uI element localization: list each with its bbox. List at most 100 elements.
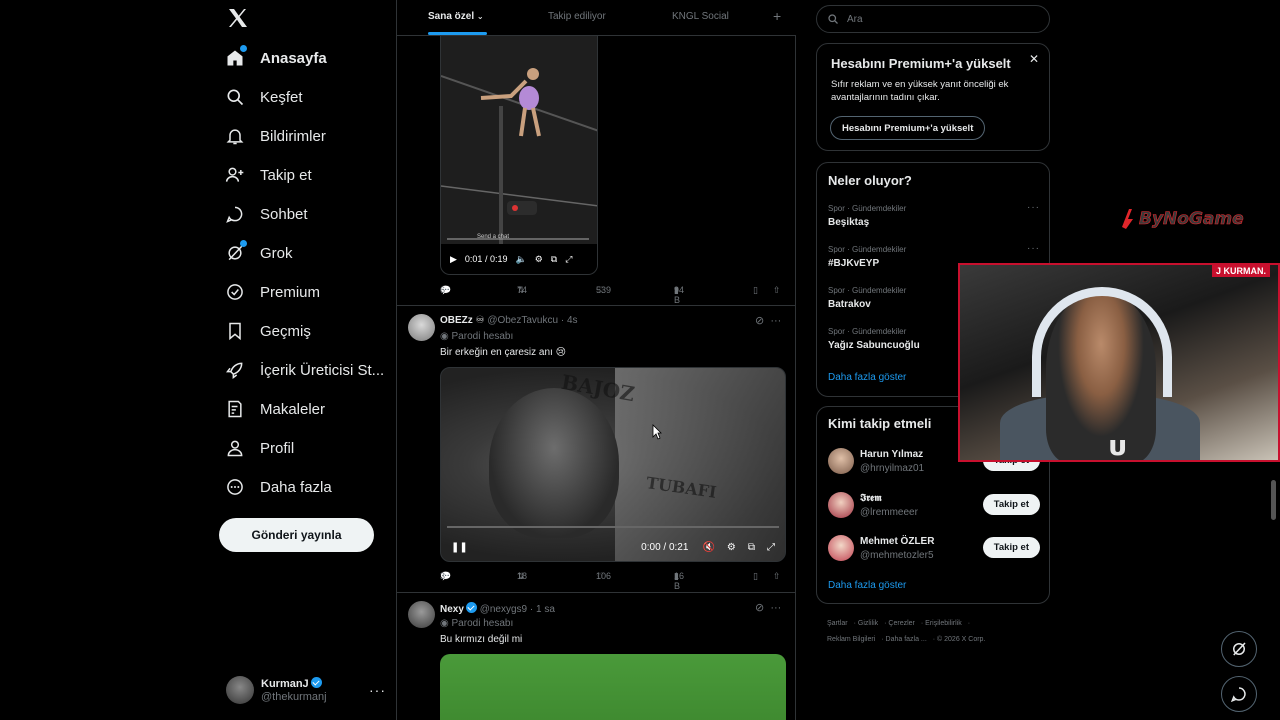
video-player[interactable]: BAJOZ TUBAFI ❚❚ 0:00 / 0:21 🔇 ⚙ ⧉ ⤢: [440, 367, 786, 562]
search-input[interactable]: [847, 13, 1027, 25]
fullscreen-icon[interactable]: ⤢: [565, 254, 572, 265]
nav-item-explore[interactable]: Keşfet: [224, 81, 303, 113]
more-dots-icon[interactable]: ···: [770, 602, 781, 614]
fullscreen-icon[interactable]: ⤢: [767, 542, 775, 553]
nav-label: Sohbet: [260, 205, 308, 223]
nav-item-grok[interactable]: Grok: [224, 237, 293, 269]
dock-icon[interactable]: ⧉: [748, 542, 755, 553]
post-time[interactable]: · 1 sa: [530, 604, 555, 615]
avatar[interactable]: [408, 314, 435, 341]
nav-item-bookmarks[interactable]: Geçmiş: [224, 315, 311, 347]
nav-item-creator-studio[interactable]: İçerik Üreticisi St...: [224, 354, 384, 386]
nav-item-home[interactable]: Anasayfa: [224, 42, 327, 74]
video-player[interactable]: Send a chat ▶ 0:01 / 0:19 🔈 ⚙ ⧉ ⤢: [440, 36, 598, 275]
reply-count: 6: [440, 285, 446, 295]
footer-link[interactable]: Gizlilik: [858, 620, 878, 627]
post-button[interactable]: Gönderi yayınla: [219, 518, 374, 552]
pause-icon[interactable]: ❚❚: [451, 542, 468, 553]
dock-icon[interactable]: ⧉: [551, 254, 557, 265]
follow-button[interactable]: Takip et: [982, 494, 1040, 515]
suggestion-handle: @hrnyilmaz01: [860, 463, 925, 474]
search-box: [816, 5, 1050, 33]
account-name-text: KurmanJ: [261, 678, 309, 690]
video-subject: [489, 388, 619, 538]
follow-suggestion[interactable]: Mehmet ÖZLER @mehmetozler5 Takip et: [828, 535, 1040, 563]
settings-icon[interactable]: ⚙: [535, 254, 543, 265]
grok-icon[interactable]: ⊘: [755, 315, 764, 327]
more-dots-icon[interactable]: ···: [369, 682, 386, 698]
nav-label: Anasayfa: [260, 49, 327, 67]
page-scrollbar[interactable]: [1271, 480, 1276, 520]
bookmark-icon: ▯: [753, 285, 758, 295]
like-count: 106: [596, 571, 612, 581]
footer-link[interactable]: Çerezler: [888, 620, 914, 627]
nav-item-chat[interactable]: Sohbet: [224, 198, 308, 230]
premium-upgrade-button[interactable]: Hesabını Premium+'a yükselt: [830, 116, 986, 140]
author-handle[interactable]: @nexygs9: [480, 604, 527, 615]
timeline: Sana özel ⌄ Takip ediliyor KNGL Social +…: [396, 0, 796, 720]
follow-suggestion[interactable]: 𝕴𝖗𝖊𝖒 @lremmeeer Takip et: [828, 492, 1040, 520]
nav-label: Makaleler: [260, 400, 326, 418]
nav-label: Takip et: [260, 166, 312, 184]
mouse-cursor-icon: [652, 424, 662, 440]
footer-link[interactable]: Reklam Bilgileri: [827, 636, 875, 643]
more-circle-icon: [224, 476, 246, 498]
messages-float-button[interactable]: [1221, 676, 1257, 712]
post-text: Bu kırmızı değil mi: [440, 634, 523, 645]
notification-dot: [240, 240, 247, 247]
more-dots-icon[interactable]: ···: [770, 315, 781, 327]
footer-link[interactable]: Daha fazla ...: [886, 636, 927, 643]
chat-icon: [1230, 687, 1246, 703]
video-progress-bar[interactable]: [447, 526, 779, 528]
share-icon: ⇧: [773, 571, 781, 581]
tab-following[interactable]: Takip ediliyor: [548, 11, 606, 22]
follow-show-more-link[interactable]: Daha fazla göster: [828, 580, 906, 591]
grok-icon[interactable]: ⊘: [755, 602, 764, 614]
nav-item-articles[interactable]: Makaleler: [224, 393, 325, 425]
post-media[interactable]: [440, 654, 786, 720]
verified-icon: [310, 677, 322, 688]
trend-name: Beşiktaş: [828, 217, 870, 228]
nav-item-follow[interactable]: Takip et: [224, 159, 312, 191]
suggestion-name: Mehmet ÖZLER: [860, 536, 935, 547]
footer-link[interactable]: Erişilebilirlik: [925, 620, 962, 627]
add-tab-icon[interactable]: +: [773, 8, 781, 24]
tab-for-you[interactable]: Sana özel ⌄: [428, 11, 484, 22]
trend-item[interactable]: Spor · Gündemdekiler Beşiktaş ···: [828, 202, 1040, 228]
author-name[interactable]: OBEZz: [440, 315, 473, 326]
trend-category: Spor · Gündemdekiler: [828, 204, 907, 213]
x-logo-icon[interactable]: [226, 6, 250, 30]
author-name[interactable]: Nexy: [440, 604, 464, 615]
close-icon[interactable]: ✕: [1029, 52, 1039, 66]
mute-icon[interactable]: 🔇: [702, 542, 714, 553]
volume-icon[interactable]: 🔈: [515, 254, 526, 265]
premium-body: Sıfır reklam ve en yüksek yanıt önceliği…: [831, 79, 1009, 103]
tab-kngl-social[interactable]: KNGL Social: [672, 11, 729, 22]
settings-icon[interactable]: ⚙: [727, 542, 736, 553]
grok-float-button[interactable]: [1221, 631, 1257, 667]
parody-label: ◉ Parodi hesabı: [440, 331, 513, 342]
trends-show-more-link[interactable]: Daha fazla göster: [828, 372, 906, 383]
account-handle: @thekurmanj: [261, 691, 327, 703]
account-name: KurmanJ: [261, 677, 322, 690]
post-time[interactable]: · 4s: [561, 315, 578, 326]
brand-logo: ByNoGame: [1122, 209, 1244, 229]
nav-item-notifications[interactable]: Bildirimler: [224, 120, 326, 152]
follow-button[interactable]: Takip et: [982, 537, 1040, 558]
account-switcher[interactable]: KurmanJ @thekurmanj ···: [226, 676, 386, 706]
author-handle[interactable]: @ObezTavukcu: [487, 315, 558, 326]
post-menu: ⊘ ···: [755, 601, 781, 614]
footer-link[interactable]: Şartlar: [827, 620, 848, 627]
repost-count: 18: [517, 571, 528, 581]
grok-icon: [1233, 642, 1246, 656]
nav-item-more[interactable]: Daha fazla: [224, 471, 332, 503]
nav-item-profile[interactable]: Profil: [224, 432, 294, 464]
more-dots-icon[interactable]: ···: [1027, 202, 1040, 213]
avatar[interactable]: [408, 601, 435, 628]
more-dots-icon[interactable]: ···: [1027, 243, 1040, 254]
divider: [397, 592, 796, 593]
avatar: [226, 676, 254, 704]
copyright: © 2026 X Corp.: [937, 636, 986, 643]
nav-item-premium[interactable]: Premium: [224, 276, 320, 308]
play-icon[interactable]: ▶: [450, 254, 457, 265]
